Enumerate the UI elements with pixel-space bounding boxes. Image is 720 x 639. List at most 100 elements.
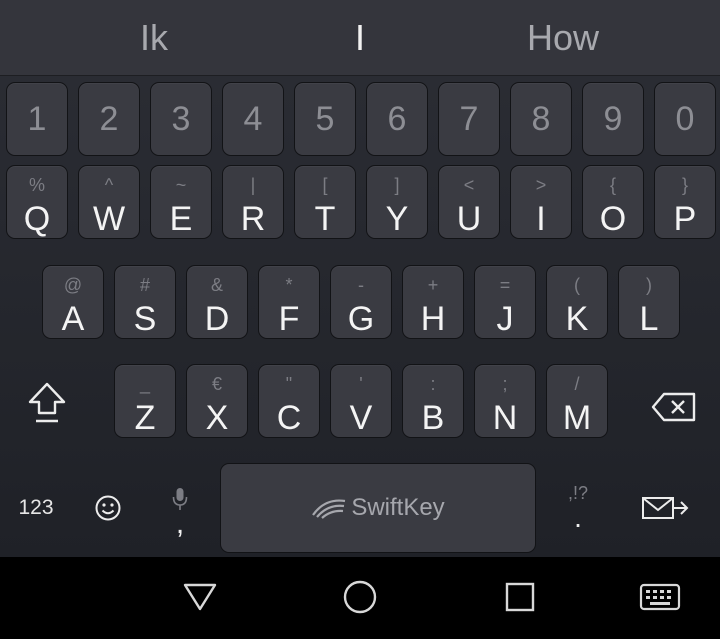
key-label: R: [240, 200, 266, 238]
key-0[interactable]: 0: [654, 82, 716, 156]
shift-icon: [28, 382, 66, 423]
key-a[interactable]: @ A: [42, 265, 104, 339]
key-hint: |: [250, 175, 256, 195]
key-hint: %: [28, 175, 45, 195]
key-t[interactable]: [T: [294, 165, 356, 239]
key-n[interactable]: ; N: [474, 364, 536, 438]
key-2[interactable]: 2: [78, 82, 140, 156]
suggestion-bar: Ik I How: [0, 0, 720, 76]
key-label: J: [496, 300, 514, 338]
key-hint: ;: [502, 374, 508, 394]
comma-label: ,: [175, 507, 185, 540]
key-label: C: [276, 399, 302, 437]
key-r[interactable]: | R: [222, 165, 284, 239]
back-triangle-icon: [183, 583, 217, 611]
key-label: K: [565, 300, 589, 338]
key-label: S: [133, 300, 157, 338]
suggestion-right[interactable]: How: [443, 14, 683, 62]
key-hint: [: [322, 175, 328, 195]
key-hint: }: [681, 175, 688, 195]
emoji-key[interactable]: [90, 490, 126, 526]
shift-key[interactable]: [18, 376, 76, 430]
key-label: W: [92, 200, 126, 238]
key-w[interactable]: ^ W: [78, 165, 140, 239]
key-hint: _: [139, 374, 150, 394]
key-j[interactable]: = J: [474, 265, 536, 339]
key-label: Z: [134, 399, 156, 437]
suggestion-left[interactable]: Ik: [34, 14, 274, 62]
key-9[interactable]: 9: [582, 82, 644, 156]
backspace-icon: [651, 392, 696, 422]
keyboard: 1 2 3 4 5 6 7 8 9 0 % Q ^ W ~ E | R [T ] Y < U…: [0, 76, 720, 557]
key-f[interactable]: * F: [258, 265, 320, 339]
key-label: 8: [531, 100, 551, 138]
backspace-key[interactable]: [644, 382, 704, 432]
key-1[interactable]: 1: [6, 82, 68, 156]
key-5[interactable]: 5: [294, 82, 356, 156]
key-h[interactable]: + H: [402, 265, 464, 339]
nav-back-button[interactable]: [178, 575, 222, 619]
key-d[interactable]: & D: [186, 265, 248, 339]
key-v[interactable]: ' V: [330, 364, 392, 438]
key-label: 6: [387, 100, 407, 138]
key-s[interactable]: # S: [114, 265, 176, 339]
space-key[interactable]: SwiftKey: [220, 463, 536, 553]
key-label: I: [536, 200, 546, 238]
key-o[interactable]: {O: [582, 165, 644, 239]
nav-keyboard-button[interactable]: [638, 575, 682, 619]
numbers-key[interactable]: 123: [6, 488, 66, 528]
key-label: 1: [27, 100, 47, 138]
key-c[interactable]: " C: [258, 364, 320, 438]
key-4[interactable]: 4: [222, 82, 284, 156]
key-b[interactable]: :B: [402, 364, 464, 438]
key-z[interactable]: _ Z: [114, 364, 176, 438]
key-label: A: [61, 300, 85, 338]
key-7[interactable]: 7: [438, 82, 500, 156]
key-q[interactable]: % Q: [6, 165, 68, 239]
key-hint: ": [285, 374, 293, 394]
key-x[interactable]: € X: [186, 364, 248, 438]
key-hint: (: [574, 275, 580, 295]
enter-key[interactable]: [636, 488, 694, 528]
key-hint: €: [211, 374, 222, 394]
key-hint: :: [430, 374, 436, 394]
period-key[interactable]: ,!? .: [556, 473, 600, 543]
nav-home-button[interactable]: [338, 575, 382, 619]
key-g[interactable]: -G: [330, 265, 392, 339]
key-label: 5: [315, 100, 335, 138]
key-label: N: [492, 399, 518, 437]
recents-square-icon: [505, 582, 535, 612]
comma-key[interactable]: ,: [158, 471, 202, 551]
key-l[interactable]: ) L: [618, 265, 680, 339]
key-m[interactable]: / M: [546, 364, 608, 438]
key-8[interactable]: 8: [510, 82, 572, 156]
key-u[interactable]: < U: [438, 165, 500, 239]
key-label: U: [456, 200, 482, 238]
key-hint: ): [646, 275, 652, 295]
key-y[interactable]: ] Y: [366, 165, 428, 239]
key-hint: #: [139, 275, 150, 295]
key-hint: &: [210, 275, 223, 295]
key-label: V: [349, 399, 373, 437]
key-p[interactable]: } P: [654, 165, 716, 239]
swiftkey-logo-icon: [312, 499, 346, 519]
key-label: H: [420, 300, 446, 338]
nav-recents-button[interactable]: [498, 575, 542, 619]
key-6[interactable]: 6: [366, 82, 428, 156]
key-label: M: [562, 399, 592, 437]
key-label: O: [599, 200, 627, 238]
keyboard-icon: [639, 583, 681, 611]
key-e[interactable]: ~ E: [150, 165, 212, 239]
key-hint: @: [63, 275, 83, 295]
key-3[interactable]: 3: [150, 82, 212, 156]
key-label: E: [169, 200, 193, 238]
key-i[interactable]: > I: [510, 165, 572, 239]
key-label: 2: [99, 100, 119, 138]
key-label: 0: [675, 100, 695, 138]
key-hint: ': [359, 374, 363, 394]
key-label: 4: [243, 100, 263, 138]
key-k[interactable]: (K: [546, 265, 608, 339]
key-hint: /: [574, 374, 580, 394]
key-label: X: [205, 399, 229, 437]
key-label: P: [673, 200, 697, 238]
